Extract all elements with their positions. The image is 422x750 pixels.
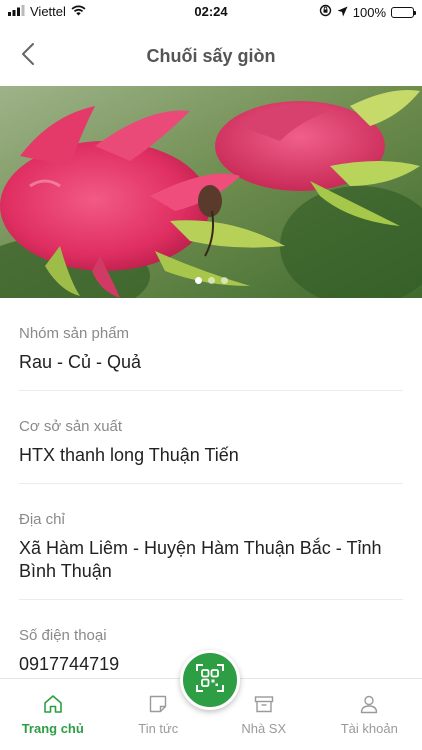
battery-charging-icon	[391, 6, 416, 18]
product-group-field: Nhóm sản phẩm Rau - Củ - Quả	[19, 298, 403, 391]
producer-value: HTX thanh long Thuận Tiến	[19, 445, 239, 465]
tab-account-label: Tài khoản	[340, 721, 398, 736]
tab-account[interactable]: Tài khoản	[317, 679, 422, 750]
carousel-dot[interactable]	[194, 277, 202, 284]
carousel-dot[interactable]	[207, 277, 215, 284]
page-title: Chuối sấy giòn	[146, 46, 276, 66]
address-label: Địa chỉ	[19, 511, 65, 528]
news-icon	[147, 693, 169, 715]
producer-label: Cơ sở sản xuất	[19, 418, 123, 435]
product-details: Nhóm sản phẩm Rau - Củ - Quả Cơ sở sản x…	[0, 298, 422, 678]
producer-field: Cơ sở sản xuất HTX thanh long Thuận Tiến	[19, 391, 403, 484]
location-arrow-icon	[337, 5, 348, 20]
product-group-value: Rau - Củ - Quả	[19, 352, 142, 372]
box-icon	[253, 693, 275, 715]
carousel-pagination	[0, 277, 422, 284]
qr-scan-button[interactable]	[180, 650, 240, 710]
orientation-lock-icon	[319, 4, 332, 20]
navigation-header: Chuối sấy giòn	[0, 24, 422, 86]
product-group-label: Nhóm sản phẩm	[19, 325, 130, 342]
tab-home[interactable]: Trang chủ	[0, 679, 106, 750]
user-icon	[358, 693, 380, 715]
address-value: Xã Hàm Liêm - Huyện Hàm Thuận Bắc - Tỉnh…	[19, 538, 382, 581]
product-image-carousel[interactable]	[0, 86, 422, 298]
carousel-dot[interactable]	[220, 277, 228, 284]
tab-news-label: Tin tức	[138, 721, 179, 736]
home-icon	[42, 693, 64, 715]
phone-label: Số điện thoại	[19, 627, 107, 644]
product-photo	[0, 86, 422, 298]
tab-producer-label: Nhà SX	[241, 721, 287, 736]
tab-home-label: Trang chủ	[21, 721, 84, 736]
qr-scan-icon	[195, 663, 225, 698]
status-bar: Viettel 02:24 100%	[0, 0, 422, 24]
address-field: Địa chỉ Xã Hàm Liêm - Huyện Hàm Thuận Bắ…	[19, 484, 403, 600]
battery-percent: 100%	[352, 4, 386, 20]
